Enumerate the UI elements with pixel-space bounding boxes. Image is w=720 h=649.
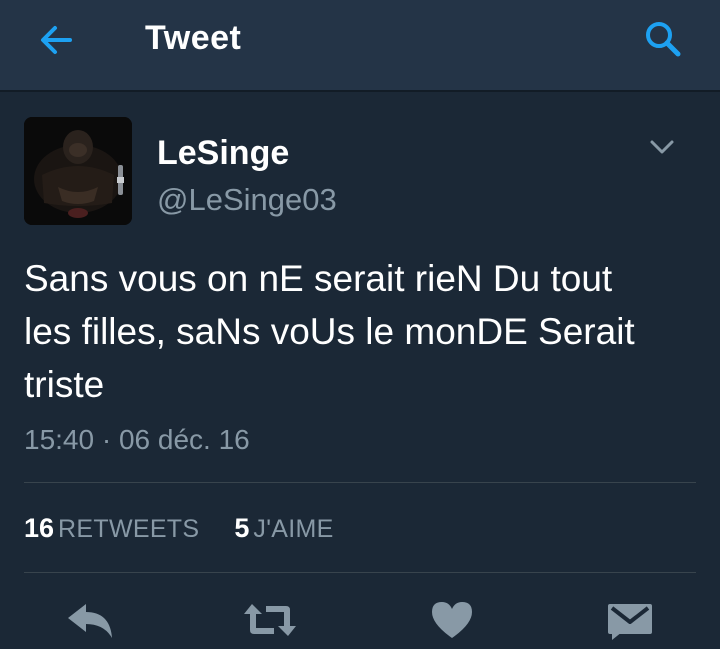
retweet-icon[interactable] [242, 600, 298, 640]
reply-icon[interactable] [66, 600, 114, 640]
direct-message-icon[interactable] [606, 600, 654, 640]
screen-title: Tweet [145, 19, 242, 57]
like-icon[interactable] [430, 600, 474, 640]
retweets-stat[interactable]: 16 RETWEETS [24, 513, 207, 543]
author-name[interactable]: LeSinge [157, 134, 289, 173]
back-arrow-icon[interactable] [36, 20, 76, 60]
chevron-down-icon[interactable] [648, 136, 676, 158]
likes-count: 5 [234, 513, 250, 543]
retweets-label: RETWEETS [58, 515, 200, 543]
avatar[interactable] [24, 117, 132, 225]
tweet-text: Sans vous on nE serait rieN Du tout les … [24, 252, 704, 411]
tweet-text-line: Sans vous on nE serait rieN Du tout [24, 258, 613, 299]
tweet-stats: 16 RETWEETS 5 J'AIME [24, 513, 334, 544]
avatar-image [24, 117, 132, 225]
search-icon[interactable] [642, 18, 684, 60]
tweet-timestamp: 15:40 · 06 déc. 16 [24, 424, 250, 455]
tweet-text-line: triste [24, 364, 105, 405]
tweet-text-line: les filles, saNs voUs le monDE Serait [24, 311, 635, 352]
divider [24, 482, 696, 483]
retweets-count: 16 [24, 513, 55, 543]
divider [24, 572, 696, 573]
likes-stat[interactable]: 5 J'AIME [234, 513, 333, 543]
likes-label: J'AIME [253, 515, 334, 543]
top-app-bar: Tweet [0, 0, 720, 92]
author-handle[interactable]: @LeSinge03 [157, 182, 337, 218]
